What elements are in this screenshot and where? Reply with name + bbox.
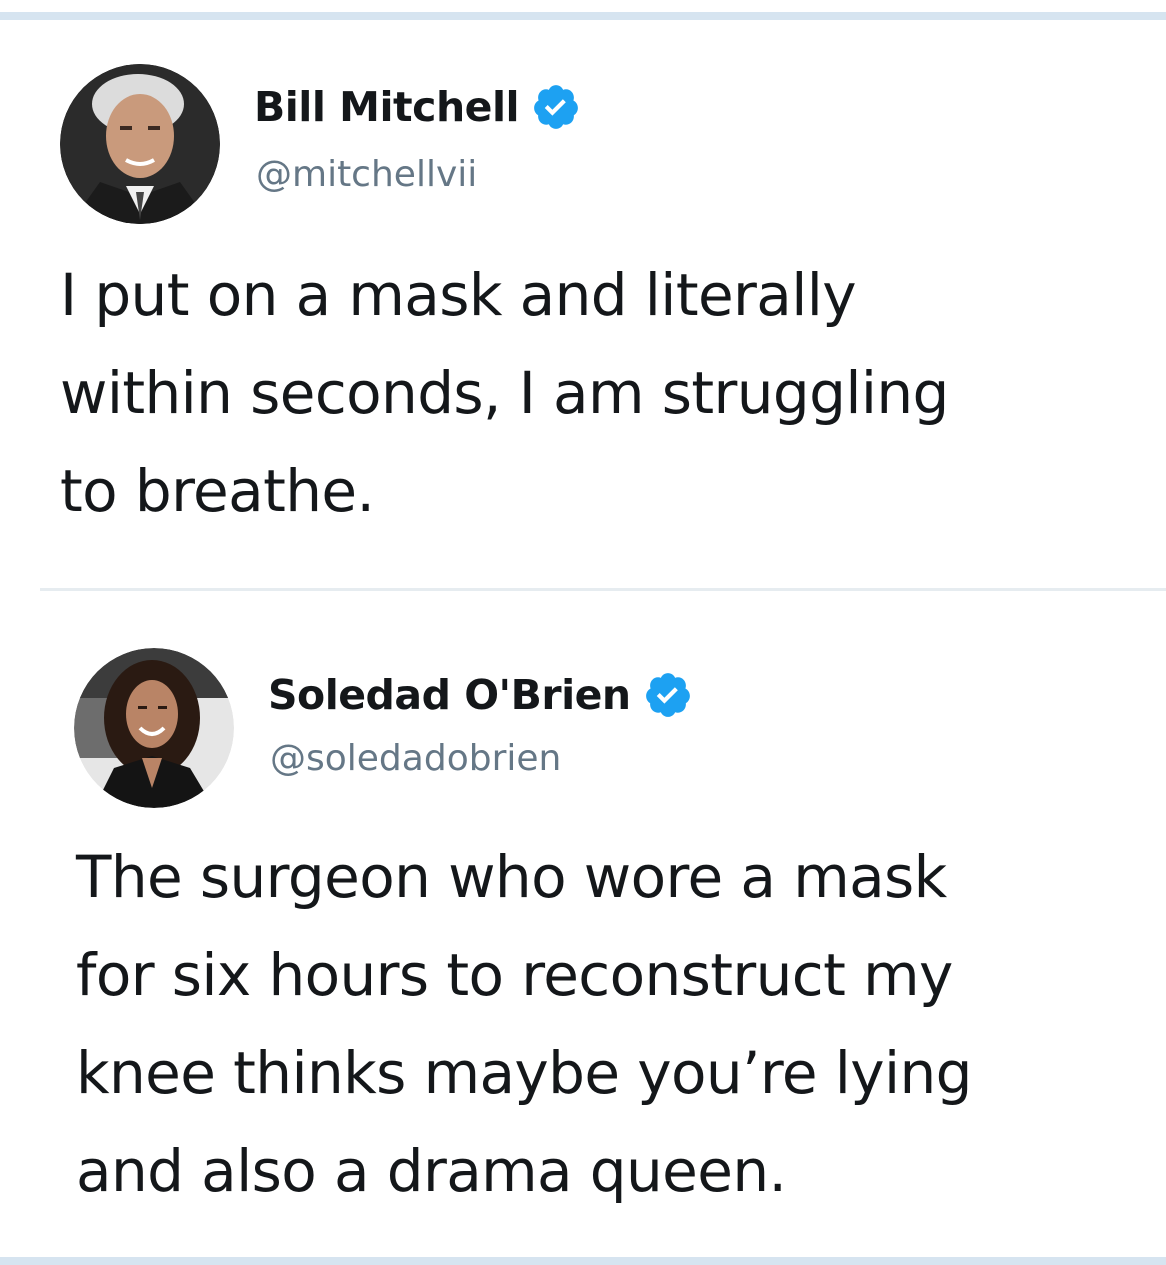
- tweet-text-line: within seconds, I am struggling: [60, 359, 949, 427]
- tweet-card[interactable]: Bill Mitchell @mitchellvii I put on a ma…: [0, 20, 1166, 586]
- tweet-text: The surgeon who wore a mask for six hour…: [76, 828, 1160, 1220]
- tweet-text-line: The surgeon who wore a mask: [76, 843, 947, 911]
- bottom-border: [0, 1257, 1166, 1265]
- tweet-divider: [40, 588, 1166, 591]
- author-avatar[interactable]: [60, 64, 220, 224]
- tweet-card[interactable]: Soledad O'Brien @soledadobrien The surge…: [0, 592, 1166, 1257]
- name-row: Soledad O'Brien: [268, 670, 693, 720]
- display-name[interactable]: Bill Mitchell: [254, 83, 520, 131]
- user-handle[interactable]: @mitchellvii: [256, 154, 477, 195]
- name-row: Bill Mitchell: [254, 82, 581, 132]
- tweet-text-line: and also a drama queen.: [76, 1137, 787, 1205]
- tweet-text-line: to breathe.: [60, 457, 375, 525]
- user-handle[interactable]: @soledadobrien: [270, 738, 561, 779]
- tweet-text-line: I put on a mask and literally: [60, 261, 857, 329]
- verified-badge-icon: [645, 673, 690, 717]
- tweet-text-line: knee thinks maybe you’re lying: [76, 1039, 973, 1107]
- author-avatar[interactable]: [74, 648, 234, 808]
- top-border: [0, 12, 1166, 20]
- verified-badge-icon: [534, 85, 578, 129]
- tweet-text: I put on a mask and literally within sec…: [60, 246, 1150, 540]
- tweet-text-line: for six hours to reconstruct my: [76, 941, 953, 1009]
- display-name[interactable]: Soledad O'Brien: [268, 671, 631, 719]
